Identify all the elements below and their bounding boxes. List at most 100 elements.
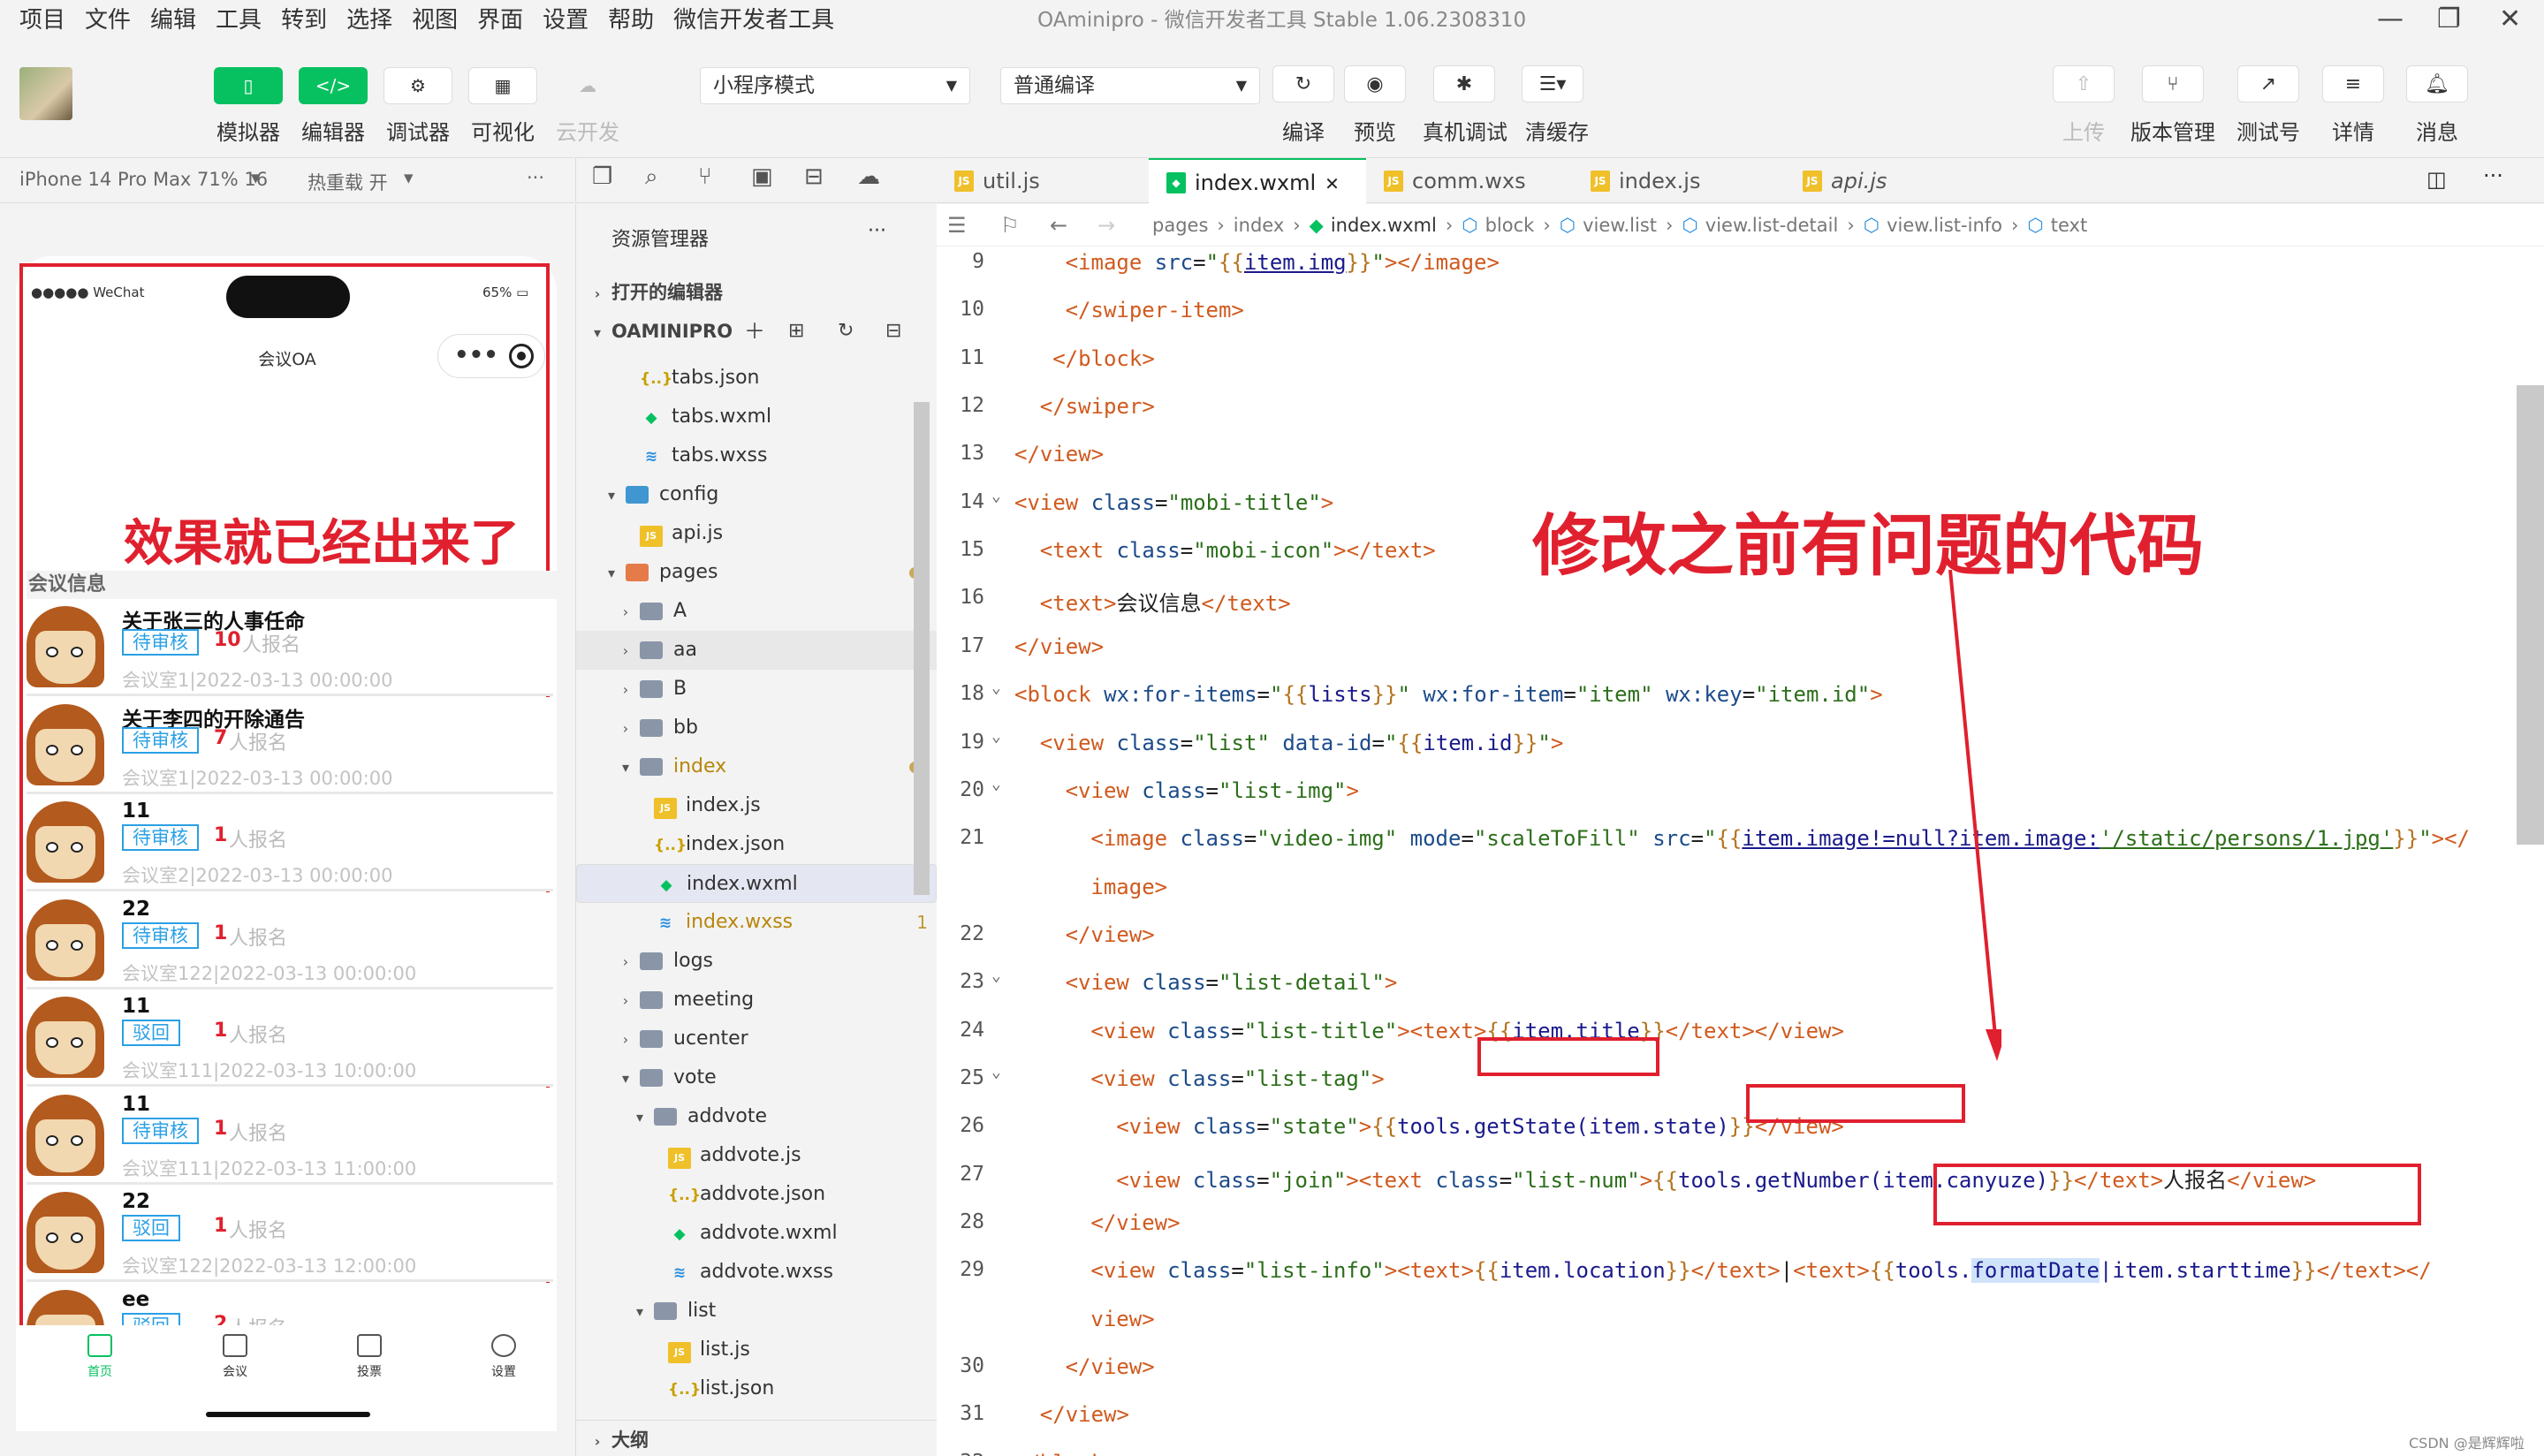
tree-folder[interactable]: › ucenter xyxy=(576,1020,937,1058)
simulator-more-button[interactable]: ··· xyxy=(527,167,544,188)
meeting-item[interactable]: 11 待审核 1 人报名 会议室111|2022-03-13 11:00:00 xyxy=(27,1088,553,1185)
tab-vote[interactable]: 投票 xyxy=(325,1334,414,1380)
visual-toggle-button[interactable]: ▦ xyxy=(468,67,537,104)
caret-down-icon[interactable]: ▾ xyxy=(251,167,261,188)
tree-folder[interactable]: › B xyxy=(576,670,937,709)
tree-file[interactable]: JS list.js xyxy=(576,1331,937,1369)
cloud-icon[interactable]: ☁ xyxy=(857,163,880,190)
breadcrumb-item[interactable]: ◆ index.wxml xyxy=(1310,215,1437,236)
editor-tab[interactable]: JS comm.wxs xyxy=(1366,158,1573,204)
upload-button[interactable]: ⇧ xyxy=(2053,65,2115,102)
debugger-toggle-button[interactable]: ⚙ xyxy=(383,67,452,104)
tab-settings[interactable]: 设置 xyxy=(459,1334,548,1380)
fold-chevron-icon[interactable]: ⌄ xyxy=(991,727,1001,746)
meeting-item[interactable]: 关于张三的人事任命 待审核 10 人报名 会议室1|2022-03-13 00:00:0… xyxy=(27,599,553,696)
tree-file[interactable]: ≋ addvote.wxss xyxy=(576,1253,937,1292)
test-account-button[interactable]: ↗ xyxy=(2237,65,2299,102)
bookmark-icon[interactable]: ⚐ xyxy=(1000,204,1020,246)
tree-folder[interactable]: ▾ vote xyxy=(576,1058,937,1097)
outline-section[interactable]: › 大纲 xyxy=(576,1420,937,1456)
avatar[interactable] xyxy=(19,67,72,120)
extensions-icon[interactable]: ▣ xyxy=(751,163,773,190)
close-tab-icon[interactable]: ✕ xyxy=(1325,173,1340,194)
search-icon[interactable]: ⌕ xyxy=(645,163,658,191)
meeting-item[interactable]: 11 驳回 1 人报名 会议室111|2022-03-13 10:00:00 xyxy=(27,990,553,1087)
meeting-item[interactable]: 22 待审核 1 人报名 会议室122|2022-03-13 00:00:00 xyxy=(27,892,553,990)
fold-chevron-icon[interactable]: ⌄ xyxy=(991,679,1001,697)
tree-folder[interactable]: › A xyxy=(576,592,937,631)
breadcrumb-item[interactable]: ⬡ view.list-info xyxy=(1864,215,2002,236)
breadcrumb-item[interactable]: index xyxy=(1234,215,1284,236)
editor-toggle-button[interactable]: </> xyxy=(299,67,368,104)
close-circle-icon[interactable] xyxy=(509,344,534,368)
breadcrumb-item[interactable]: ⬡ view.list-detail xyxy=(1682,215,1838,236)
editor-scrollbar[interactable] xyxy=(2517,385,2544,845)
tree-file[interactable]: JS addvote.js xyxy=(576,1136,937,1175)
code-editor[interactable]: 9 <image src="{{item.img}}"></image> 10 </s… xyxy=(937,246,2544,1456)
cloud-button[interactable]: ☁ xyxy=(553,67,622,104)
capsule-button[interactable]: ••• xyxy=(437,334,545,378)
meeting-item[interactable]: 11 待审核 1 人报名 会议室2|2022-03-13 00:00:00 xyxy=(27,794,553,891)
fold-chevron-icon[interactable]: ⌄ xyxy=(991,967,1001,985)
menu-item-settings[interactable]: 设置 xyxy=(543,0,589,41)
tree-file[interactable]: JS index.js xyxy=(576,786,937,825)
fold-chevron-icon[interactable]: ⌄ xyxy=(991,1063,1001,1081)
preview-button[interactable]: ◉ xyxy=(1344,65,1406,102)
tree-file[interactable]: ◆ tabs.wxml xyxy=(576,398,937,436)
caret-down-icon[interactable]: ▾ xyxy=(404,167,414,188)
more-dots-icon[interactable]: ••• xyxy=(454,342,498,368)
menu-item-help[interactable]: 帮助 xyxy=(608,0,654,41)
clear-cache-button[interactable]: ☰▾ xyxy=(1522,65,1583,102)
source-control-icon[interactable]: ⑂ xyxy=(698,163,712,190)
tree-file[interactable]: {..}index.json xyxy=(576,825,937,864)
editor-tab[interactable]: JS api.js xyxy=(1785,158,1988,204)
menu-item-interface[interactable]: 界面 xyxy=(477,0,523,41)
collapse-icon[interactable]: ⊟ xyxy=(885,312,901,351)
details-button[interactable]: ≡ xyxy=(2322,65,2384,102)
breadcrumb-item[interactable]: ⬡ block xyxy=(1462,215,1534,236)
tree-file[interactable]: JS api.js xyxy=(576,514,937,553)
tree-folder[interactable]: ▾ index xyxy=(576,747,937,786)
device-select[interactable]: iPhone 14 Pro Max 71% 16 xyxy=(19,169,268,190)
tab-home[interactable]: 首页 xyxy=(56,1334,144,1380)
remote-debug-button[interactable]: ✱ xyxy=(1433,65,1495,102)
tree-folder[interactable]: › bb xyxy=(576,709,937,747)
menu-item-goto[interactable]: 转到 xyxy=(281,0,327,41)
tab-meeting[interactable]: 会议 xyxy=(191,1334,279,1380)
compile-button[interactable]: ↻ xyxy=(1272,65,1334,102)
tree-folder[interactable]: ▾ pages xyxy=(576,553,937,592)
tree-folder[interactable]: ▾ list xyxy=(576,1292,937,1331)
new-folder-icon[interactable]: ⊞ xyxy=(788,312,804,351)
tree-file[interactable]: {..}addvote.json xyxy=(576,1175,937,1214)
fold-chevron-icon[interactable]: ⌄ xyxy=(991,487,1001,505)
open-editors-section[interactable]: › 打开的编辑器 xyxy=(576,273,937,312)
tree-folder[interactable]: › logs xyxy=(576,942,937,981)
simulator-toggle-button[interactable]: ▯ xyxy=(214,67,283,104)
meeting-item[interactable]: 22 驳回 1 人报名 会议室122|2022-03-13 12:00:00 xyxy=(27,1185,553,1282)
editor-more-icon[interactable]: ··· xyxy=(2483,163,2503,188)
fold-chevron-icon[interactable]: ⌄ xyxy=(991,775,1001,793)
close-window-icon[interactable]: ✕ xyxy=(2499,4,2521,34)
messages-button[interactable]: 🔔︎ xyxy=(2406,65,2468,102)
compile-select[interactable]: 普通编译 ▼ xyxy=(1000,67,1260,104)
tree-folder[interactable]: › meeting xyxy=(576,981,937,1020)
meeting-item[interactable]: 关于李四的开除通告 待审核 7 人报名 会议室1|2022-03-13 00:00:00 xyxy=(27,697,553,794)
explorer-scrollbar[interactable] xyxy=(914,402,930,895)
menu-item-wechat-devtools[interactable]: 微信开发者工具 xyxy=(673,0,834,41)
breadcrumb-item[interactable]: ⬡ view.list xyxy=(1560,215,1657,236)
tree-folder[interactable]: ▾ config xyxy=(576,475,937,514)
list-icon[interactable]: ☰ xyxy=(947,204,967,246)
hot-reload-toggle[interactable]: 热重载 开 xyxy=(308,169,388,195)
explorer-more-button[interactable]: ··· xyxy=(868,220,886,242)
menu-item-edit[interactable]: 编辑 xyxy=(150,0,196,41)
editor-tab[interactable]: JS index.js xyxy=(1573,158,1785,204)
tree-file[interactable]: {..}tabs.json xyxy=(576,359,937,398)
editor-tab[interactable]: JS util.js xyxy=(937,158,1149,204)
back-arrow-icon[interactable]: ← xyxy=(1050,204,1067,246)
editor-tab[interactable]: ◆ index.wxml ✕ xyxy=(1149,158,1366,204)
forward-arrow-icon[interactable]: → xyxy=(1097,204,1115,246)
store-icon[interactable]: ⊟ xyxy=(804,163,824,190)
menu-item-view[interactable]: 视图 xyxy=(412,0,458,41)
tree-folder[interactable]: › aa xyxy=(576,631,937,670)
menu-item-select[interactable]: 选择 xyxy=(346,0,392,41)
